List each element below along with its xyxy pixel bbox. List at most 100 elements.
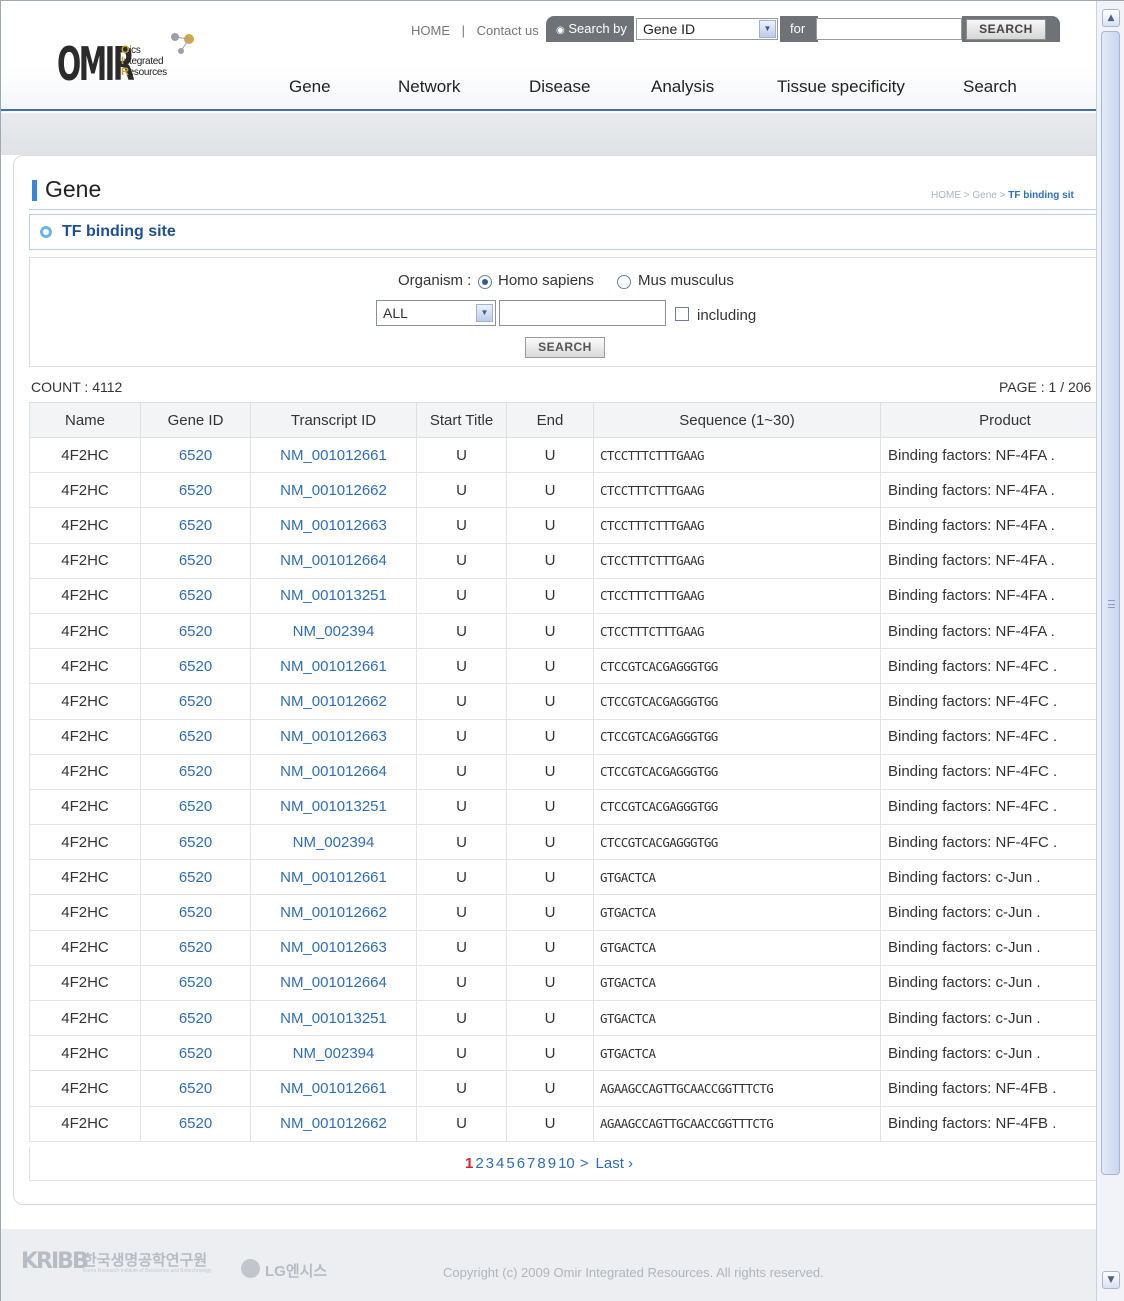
page-link-current[interactable]: 1 <box>465 1155 473 1172</box>
start-title-cell: U <box>416 648 507 685</box>
transcript-id-link[interactable]: NM_002394 <box>250 612 417 650</box>
gene-id-link[interactable]: 6520 <box>140 894 251 931</box>
transcript-id-link[interactable]: NM_002394 <box>250 1035 417 1072</box>
nav-network[interactable]: Network <box>398 77 460 97</box>
organism-option-mus-musculus[interactable]: Mus musculus <box>638 272 734 289</box>
gene-id-link[interactable]: 6520 <box>140 824 251 861</box>
gene-id-link[interactable]: 6520 <box>140 753 251 790</box>
gene-id-link[interactable]: 6520 <box>140 929 251 966</box>
scroll-down-arrow-icon[interactable]: ▼ <box>1102 1271 1120 1289</box>
transcript-id-link[interactable]: NM_001012661 <box>250 648 417 685</box>
nav-analysis[interactable]: Analysis <box>651 77 714 97</box>
sequence-cell: CTCCTTTCTTTGAAG <box>593 612 881 650</box>
organism-radio-homo-sapiens[interactable] <box>478 275 492 289</box>
gene-id-link[interactable]: 6520 <box>140 648 251 685</box>
gene-id-link[interactable]: 6520 <box>140 683 251 720</box>
sequence-cell: CTCCGTCACGAGGGTGG <box>593 648 881 685</box>
next-page-link[interactable]: > <box>580 1155 589 1172</box>
home-link[interactable]: HOME <box>411 23 450 38</box>
transcript-id-link[interactable]: NM_001012663 <box>250 929 417 966</box>
transcript-id-link[interactable]: NM_001012663 <box>250 507 417 544</box>
start-title-cell: U <box>416 1035 507 1072</box>
search-by-select[interactable]: Gene ID ▼ <box>636 18 778 40</box>
end-cell: U <box>506 753 594 790</box>
transcript-id-link[interactable]: NM_002394 <box>250 824 417 861</box>
page-link[interactable]: 10 <box>558 1155 575 1172</box>
gene-id-link[interactable]: 6520 <box>140 472 251 509</box>
lg-logo[interactable]: LG엔시스 <box>241 1259 351 1281</box>
including-label[interactable]: including <box>697 307 756 324</box>
transcript-id-link[interactable]: NM_001012664 <box>250 753 417 790</box>
header-search-button[interactable]: SEARCH <box>966 19 1046 40</box>
gene-id-link[interactable]: 6520 <box>140 507 251 544</box>
transcript-id-link[interactable]: NM_001012664 <box>250 964 417 1002</box>
page-link[interactable]: 5 <box>506 1155 514 1172</box>
link-separator: | <box>461 23 466 38</box>
gene-id-link[interactable]: 6520 <box>140 999 251 1037</box>
gene-id-link[interactable]: 6520 <box>140 542 251 579</box>
transcript-id-link[interactable]: NM_001012663 <box>250 718 417 755</box>
scroll-up-arrow-icon[interactable]: ▲ <box>1102 9 1120 27</box>
gene-id-link[interactable]: 6520 <box>140 1070 251 1107</box>
transcript-id-link[interactable]: NM_001012662 <box>250 683 417 720</box>
gene-id-link[interactable]: 6520 <box>140 577 251 614</box>
filter-keyword-input[interactable] <box>499 300 666 326</box>
gene-id-link[interactable]: 6520 <box>140 788 251 826</box>
transcript-id-link[interactable]: NM_001013251 <box>250 999 417 1037</box>
name-cell: 4F2HC <box>29 964 141 1002</box>
page-link[interactable]: 8 <box>537 1155 545 1172</box>
field-select[interactable]: ALL ▼ <box>376 300 496 326</box>
table-row: 4F2HC 6520 NM_001012661 U U CTCCTTTCTTTGAAG Bi… <box>29 436 1124 474</box>
transcript-id-link[interactable]: NM_001012661 <box>250 436 417 474</box>
gene-id-link[interactable]: 6520 <box>140 859 251 896</box>
search-query-input[interactable] <box>816 18 962 40</box>
transcript-id-link[interactable]: NM_001013251 <box>250 577 417 614</box>
page-link[interactable]: 2 <box>475 1155 483 1172</box>
column-header-sequence: Sequence (1~30) <box>593 402 881 438</box>
kribb-logo[interactable]: KRIBB 한국생명공학연구원 Korea Research Institute… <box>21 1249 212 1279</box>
page-link[interactable]: 9 <box>548 1155 556 1172</box>
including-checkbox[interactable] <box>675 307 689 321</box>
start-title-cell: U <box>416 824 507 861</box>
contact-link[interactable]: Contact us <box>477 23 539 38</box>
gene-id-link[interactable]: 6520 <box>140 1035 251 1072</box>
transcript-id-link[interactable]: NM_001012662 <box>250 472 417 509</box>
page-link[interactable]: 7 <box>527 1155 535 1172</box>
gene-id-link[interactable]: 6520 <box>140 964 251 1002</box>
gene-id-link[interactable]: 6520 <box>140 436 251 474</box>
title-accent-bar <box>32 180 37 201</box>
gene-id-link[interactable]: 6520 <box>140 612 251 650</box>
breadcrumb-gene[interactable]: Gene <box>972 190 996 201</box>
transcript-id-link[interactable]: NM_001012662 <box>250 1105 417 1142</box>
scrollbar-thumb[interactable] <box>1101 31 1120 1175</box>
transcript-id-link[interactable]: NM_001013251 <box>250 788 417 826</box>
last-page-link[interactable]: Last › <box>596 1155 634 1172</box>
transcript-id-link[interactable]: NM_001012661 <box>250 859 417 896</box>
vertical-scrollbar[interactable]: ▲ ▼ <box>1096 1 1124 1301</box>
kribb-mark: KRIBB <box>21 1249 89 1274</box>
nav-search[interactable]: Search <box>963 77 1017 97</box>
sequence-cell: AGAAGCCAGTTGCAACCGGTTTCTG <box>593 1070 881 1107</box>
breadcrumb-home[interactable]: HOME <box>931 190 961 201</box>
nav-disease[interactable]: Disease <box>529 77 590 97</box>
product-cell: Binding factors: c-Jun . <box>880 894 1124 931</box>
filter-search-button[interactable]: SEARCH <box>525 337 605 358</box>
name-cell: 4F2HC <box>29 472 141 509</box>
dropdown-arrow-icon[interactable]: ▼ <box>476 304 493 322</box>
transcript-id-link[interactable]: NM_001012662 <box>250 894 417 931</box>
transcript-id-link[interactable]: NM_001012661 <box>250 1070 417 1107</box>
organism-option-homo-sapiens[interactable]: Homo sapiens <box>498 272 594 289</box>
page-link[interactable]: 3 <box>486 1155 494 1172</box>
page-link[interactable]: 4 <box>496 1155 504 1172</box>
start-title-cell: U <box>416 929 507 966</box>
transcript-id-link[interactable]: NM_001012664 <box>250 542 417 579</box>
nav-gene[interactable]: Gene <box>289 77 331 97</box>
dropdown-arrow-icon[interactable]: ▼ <box>759 20 776 38</box>
gene-id-link[interactable]: 6520 <box>140 718 251 755</box>
organism-radio-mus-musculus[interactable] <box>617 275 631 289</box>
nav-tissue-specificity[interactable]: Tissue specificity <box>777 77 905 97</box>
gene-id-link[interactable]: 6520 <box>140 1105 251 1142</box>
product-cell: Binding factors: c-Jun . <box>880 859 1124 896</box>
page-link[interactable]: 6 <box>517 1155 525 1172</box>
column-header-transcript-id: Transcript ID <box>250 402 417 438</box>
